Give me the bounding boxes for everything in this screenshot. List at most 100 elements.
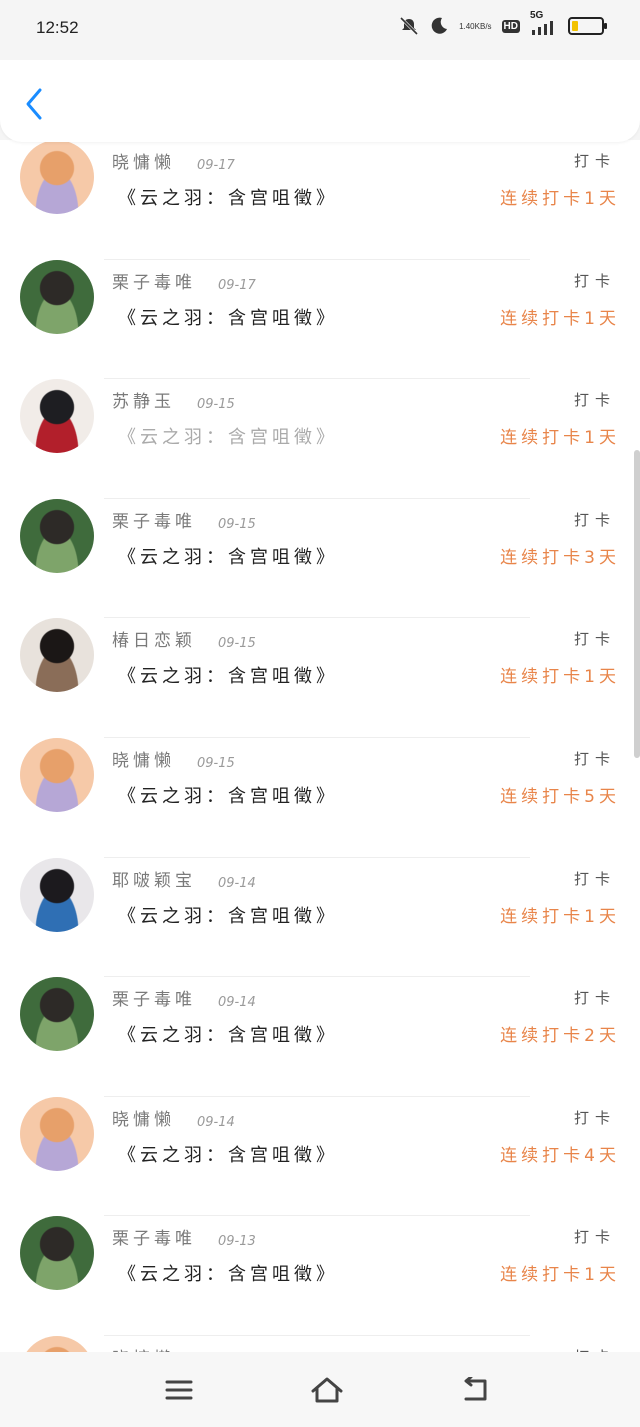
- name-line: 椿日恋颖 09-15: [112, 626, 256, 651]
- checkin-date: 09-13: [218, 1234, 256, 1250]
- checkin-date: 09-17: [197, 158, 235, 173]
- name-line: 晓慵懒: [112, 1344, 197, 1352]
- user-name[interactable]: 栗子毒唯: [112, 1224, 196, 1249]
- book-title: 《云之羽：含宫咀徵》: [118, 188, 338, 209]
- status-time: 12:52: [36, 18, 79, 37]
- checkin-tag: 打卡: [573, 989, 616, 1008]
- user-name[interactable]: 晓慵懒: [112, 1105, 175, 1130]
- checkin-tag: 打卡: [573, 510, 616, 529]
- avatar[interactable]: [20, 1216, 94, 1291]
- book-title: 《云之羽：含宫咀徵》: [118, 1025, 338, 1047]
- streak-label: 连续打卡5天: [500, 786, 620, 807]
- name-line: 苏静玉 09-15: [112, 387, 235, 412]
- home-button[interactable]: [310, 1373, 344, 1407]
- user-name[interactable]: 晓慵懒: [112, 1344, 175, 1352]
- checkin-date: 09-14: [197, 1114, 235, 1130]
- hd-badge: HD: [501, 19, 520, 33]
- list-item[interactable]: 晓慵懒打卡: [0, 1335, 640, 1352]
- checkin-date: 09-15: [218, 636, 256, 652]
- checkin-date: 09-15: [218, 516, 256, 532]
- avatar[interactable]: [20, 618, 94, 693]
- streak-label: 连续打卡4天: [500, 1145, 620, 1166]
- avatar[interactable]: [20, 977, 94, 1052]
- scrollbar[interactable]: [634, 450, 640, 758]
- name-line: 栗子毒唯 09-15: [112, 507, 256, 532]
- moon-icon: [429, 16, 449, 36]
- menu-icon: [165, 1380, 193, 1399]
- streak-label: 连续打卡2天: [500, 1026, 620, 1047]
- name-line: 晓慵懒 09-17: [112, 148, 235, 173]
- back-arrow-icon: [464, 1376, 487, 1400]
- checkin-tag: 打卡: [573, 152, 616, 170]
- back-nav-button[interactable]: [458, 1373, 492, 1407]
- checkin-tag: 打卡: [573, 869, 616, 888]
- user-name[interactable]: 椿日恋颖: [112, 626, 196, 651]
- checkin-date: 09-14: [218, 875, 256, 891]
- book-title: 《云之羽：含宫咀徵》: [118, 1144, 338, 1166]
- list-item[interactable]: 晓慵懒 09-15 《云之羽：含宫咀徵》 打卡 连续打卡5天: [0, 737, 640, 858]
- net-speed: 1.40 KB/s: [459, 21, 492, 31]
- user-name[interactable]: 栗子毒唯: [112, 268, 196, 293]
- user-name[interactable]: 晓慵懒: [112, 148, 175, 173]
- streak-label: 连续打卡1天: [500, 667, 620, 688]
- book-title: 《云之羽：含宫咀徵》: [118, 905, 338, 927]
- status-bar: 12:52 1.40 KB/s HD 5G: [0, 0, 640, 60]
- book-title: 《云之羽：含宫咀徵》: [118, 1264, 338, 1286]
- avatar[interactable]: [20, 737, 94, 812]
- name-line: 耶啵颖宝 09-14: [112, 866, 256, 891]
- avatar[interactable]: [20, 1335, 94, 1352]
- list-item[interactable]: 苏静玉 09-15 《云之羽：含宫咀徵》 打卡 连续打卡1天: [0, 379, 640, 499]
- checkin-date: 09-15: [197, 755, 235, 771]
- name-line: 栗子毒唯 09-13: [112, 1224, 256, 1249]
- chevron-left-icon: [26, 88, 42, 120]
- checkin-date: 09-17: [218, 277, 256, 293]
- streak-label: 连续打卡3天: [500, 547, 620, 568]
- list-item[interactable]: 晓慵懒 09-14 《云之羽：含宫咀徵》 打卡连续打卡4天: [0, 1096, 640, 1217]
- battery-icon: [568, 17, 607, 35]
- checkin-tag: 打卡: [573, 630, 616, 649]
- user-name[interactable]: 晓慵懒: [112, 746, 175, 771]
- battery-level: [572, 21, 578, 31]
- name-line: 栗子毒唯 09-14: [112, 985, 256, 1010]
- avatar[interactable]: [20, 498, 94, 573]
- book-title: 《云之羽：含宫咀徵》: [118, 427, 338, 449]
- list-item[interactable]: 栗子毒唯 09-13 《云之羽：含宫咀徵》 打卡 连续打卡1天: [0, 1216, 640, 1336]
- list-item[interactable]: 椿日恋颖 09-15 《云之羽：含宫咀徵》 打卡连续打卡1天: [0, 618, 640, 738]
- list-item[interactable]: 耶啵颖宝 09-14 《云之羽：含宫咀徵》 打卡 连续打卡1天: [0, 857, 640, 978]
- menu-button[interactable]: [162, 1373, 196, 1407]
- checkin-tag: 打卡: [573, 1108, 616, 1127]
- avatar[interactable]: [20, 140, 94, 214]
- avatar[interactable]: [20, 379, 94, 454]
- list-item[interactable]: 晓慵懒 09-17 《云之羽：含宫咀徵》 打卡连续打卡1天: [0, 140, 640, 260]
- streak-label: 连续打卡1天: [500, 308, 620, 329]
- list-item[interactable]: 栗子毒唯 09-14 《云之羽：含宫咀徵》 打卡连续打卡2天: [0, 977, 640, 1097]
- status-icons: 1.40 KB/s HD 5G: [399, 10, 607, 36]
- book-title: 《云之羽：含宫咀徵》: [118, 785, 338, 807]
- avatar[interactable]: [20, 857, 94, 932]
- user-name[interactable]: 耶啵颖宝: [112, 866, 196, 891]
- name-line: 晓慵懒 09-14: [112, 1105, 235, 1130]
- name-line: 晓慵懒 09-15: [112, 746, 235, 771]
- book-title: 《云之羽：含宫咀徵》: [118, 546, 338, 568]
- streak-label: 连续打卡1天: [500, 428, 620, 449]
- home-icon: [311, 1377, 343, 1402]
- name-line: 栗子毒唯 09-17: [112, 268, 256, 293]
- book-title: 《云之羽：含宫咀徵》: [118, 666, 338, 688]
- list-item[interactable]: 栗子毒唯 09-15 《云之羽：含宫咀徵》 打卡连续打卡3天: [0, 498, 640, 619]
- mute-bell-icon: [399, 16, 419, 36]
- user-name[interactable]: 苏静玉: [112, 387, 175, 412]
- streak-label: 连续打卡1天: [500, 1265, 620, 1286]
- book-title: 《云之羽：含宫咀徵》: [118, 307, 338, 329]
- top-header: [0, 50, 640, 142]
- streak-label: 连续打卡1天: [500, 189, 620, 209]
- user-name[interactable]: 栗子毒唯: [112, 507, 196, 532]
- user-name[interactable]: 栗子毒唯: [112, 985, 196, 1010]
- back-button[interactable]: [18, 84, 54, 124]
- checkin-date: 09-14: [218, 995, 256, 1011]
- signal-icon: 5G: [530, 10, 558, 36]
- avatar[interactable]: [20, 259, 94, 334]
- list-item[interactable]: 栗子毒唯 09-17 《云之羽：含宫咀徵》 打卡 连续打卡1天: [0, 259, 640, 380]
- checkin-date: 09-15: [197, 397, 235, 413]
- avatar[interactable]: [20, 1096, 94, 1171]
- checkin-list: 晓慵懒 09-17 《云之羽：含宫咀徵》 打卡 连续打卡1天 栗子毒唯 09-17 《云之羽：…: [0, 140, 640, 1352]
